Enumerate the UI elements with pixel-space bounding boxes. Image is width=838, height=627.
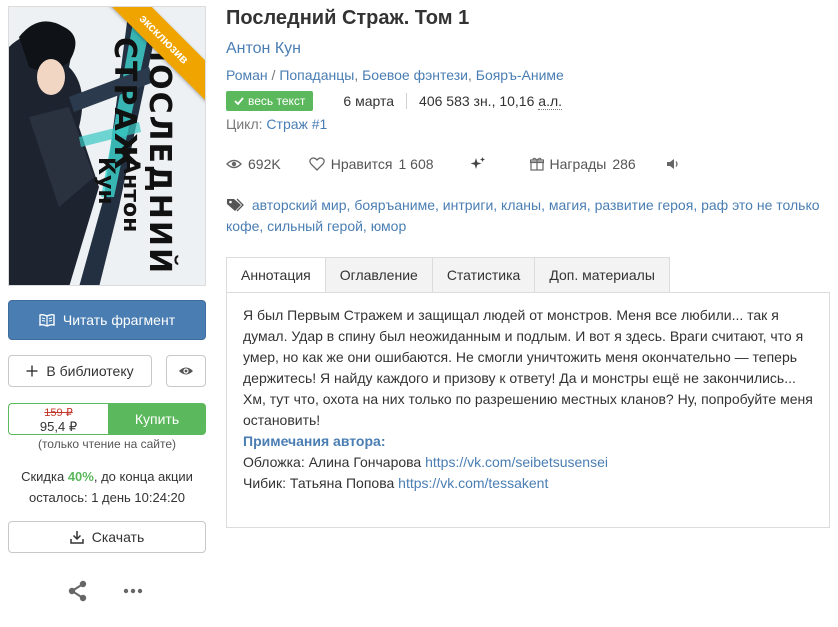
eye-icon — [179, 367, 193, 375]
book-size-unit[interactable]: а.л. — [538, 93, 563, 110]
watch-button[interactable] — [166, 355, 206, 387]
tag-link[interactable]: бояръаниме — [354, 197, 435, 213]
author-link[interactable]: Антон Кун — [226, 40, 301, 58]
tag-link[interactable]: сильный герой — [267, 218, 363, 234]
read-fragment-button[interactable]: Читать фрагмент — [8, 300, 206, 340]
gift-icon — [529, 157, 544, 171]
annotation-panel: Я был Первым Стражем и защищал людей от … — [226, 292, 830, 528]
author-notes-title: Примечания автора: — [243, 433, 386, 449]
series-label: Цикл: — [226, 116, 263, 132]
cover-credit-link[interactable]: https://vk.com/seibetsusensei — [425, 454, 608, 470]
new-price: 95,4 ₽ — [39, 419, 78, 434]
discount-remaining: осталось: 1 день 10:24:20 — [28, 490, 186, 505]
old-price: 159 ₽ — [44, 407, 73, 419]
stats-row: 692K Нравится 1 608 Награды 286 — [226, 154, 680, 174]
full-text-label: весь текст — [248, 94, 306, 108]
like-button[interactable]: Нравится 1 608 — [308, 156, 434, 172]
full-text-badge: весь текст — [226, 91, 314, 111]
likes-count: 1 608 — [398, 156, 434, 172]
genre-link[interactable]: Роман — [226, 67, 268, 83]
cover-author-art: Антон Кун — [93, 157, 143, 233]
series-link[interactable]: Страж #1 — [266, 116, 327, 132]
plus-icon — [26, 365, 38, 377]
cover-credit-label: Обложка: Алина Гончарова — [243, 454, 422, 470]
download-button[interactable]: Скачать — [8, 521, 206, 553]
tag-link[interactable]: кланы — [501, 197, 541, 213]
read-fragment-label: Читать фрагмент — [62, 312, 176, 328]
views-stat: 692K — [226, 156, 281, 172]
price-box: 159 ₽ 95,4 ₽ — [8, 403, 108, 435]
share-icon[interactable] — [67, 580, 89, 602]
download-icon — [70, 531, 84, 544]
discount-suffix: , до конца акции — [93, 469, 193, 484]
tab-contents[interactable]: Оглавление — [325, 257, 433, 293]
heart-icon — [308, 157, 325, 171]
more-options-icon[interactable] — [121, 580, 145, 602]
eye-icon — [226, 159, 242, 169]
tags-icon — [227, 198, 244, 212]
chibi-credit: Чибик: Татьяна Попова https://vk.com/tes… — [243, 473, 813, 494]
speaker-icon — [666, 159, 678, 169]
discount-percent: 40% — [67, 469, 94, 484]
awards-label: Награды — [549, 156, 607, 172]
likes-label: Нравится — [330, 156, 393, 172]
sparkles-icon — [470, 157, 485, 169]
genre-link[interactable]: Бояръ-Аниме — [476, 67, 564, 83]
book-title: Последний Страж. Том 1 — [226, 7, 470, 29]
book-tabs: Аннотация Оглавление Статистика Доп. мат… — [226, 257, 670, 293]
tag-link[interactable]: развитие героя — [595, 197, 694, 213]
buy-button[interactable]: Купить — [108, 403, 206, 435]
book-cover[interactable]: ПОСЛЕДНИЙ СТРАЖ Антон Кун эксклюзив — [8, 6, 206, 286]
tag-link[interactable]: авторский мир — [252, 197, 347, 213]
genre-link[interactable]: Попаданцы — [279, 67, 354, 83]
book-size: 406 583 зн., 10,16 а.л. — [419, 93, 563, 110]
series-info: Цикл: Страж #1 — [226, 116, 327, 132]
cover-credit: Обложка: Алина Гончарова https://vk.com/… — [243, 452, 813, 473]
discount-prefix: Скидка — [21, 469, 65, 484]
add-to-library-button[interactable]: В библиотеку — [8, 355, 152, 387]
download-label: Скачать — [91, 529, 145, 545]
check-icon — [234, 97, 244, 105]
genre-link[interactable]: Боевое фэнтези — [362, 67, 468, 83]
tab-statistics[interactable]: Статистика — [432, 257, 536, 293]
tab-extra-materials[interactable]: Доп. материалы — [535, 257, 670, 293]
chibi-credit-link[interactable]: https://vk.com/tessakent — [398, 475, 548, 491]
tab-annotation[interactable]: Аннотация — [226, 257, 326, 293]
views-count: 692K — [248, 156, 281, 172]
tag-link[interactable]: юмор — [371, 218, 407, 234]
tag-list: авторский мир, бояръаниме, интриги, клан… — [226, 197, 820, 234]
sparkle-button[interactable] — [470, 156, 486, 172]
read-only-note: (только чтение на сайте) — [37, 437, 177, 451]
annotation-text: Я был Первым Стражем и защищал людей от … — [243, 307, 813, 428]
tag-link[interactable]: интриги — [443, 197, 494, 213]
awards-button[interactable]: Награды 286 — [529, 156, 636, 172]
chibi-credit-label: Чибик: Татьяна Попова — [243, 475, 395, 491]
genre-list: Роман / Попаданцы, Боевое фэнтези, Бояръ… — [226, 67, 564, 83]
discount-info: Скидка 40%, до конца акции осталось: 1 д… — [8, 466, 206, 508]
book-meta-row: весь текст 6 марта 406 583 зн., 10,16 а.… — [226, 90, 563, 112]
add-to-library-label: В библиотеку — [46, 363, 134, 379]
genre-separator: / — [271, 67, 276, 83]
book-open-icon — [39, 313, 55, 327]
tag-link[interactable]: магия — [549, 197, 587, 213]
publish-date: 6 марта — [343, 93, 408, 109]
awards-count: 286 — [612, 156, 636, 172]
audio-button[interactable] — [666, 158, 680, 170]
book-size-chars: 406 583 зн., 10,16 — [419, 93, 535, 109]
cover-title-art: ПОСЛЕДНИЙ СТРАЖ — [107, 37, 177, 276]
